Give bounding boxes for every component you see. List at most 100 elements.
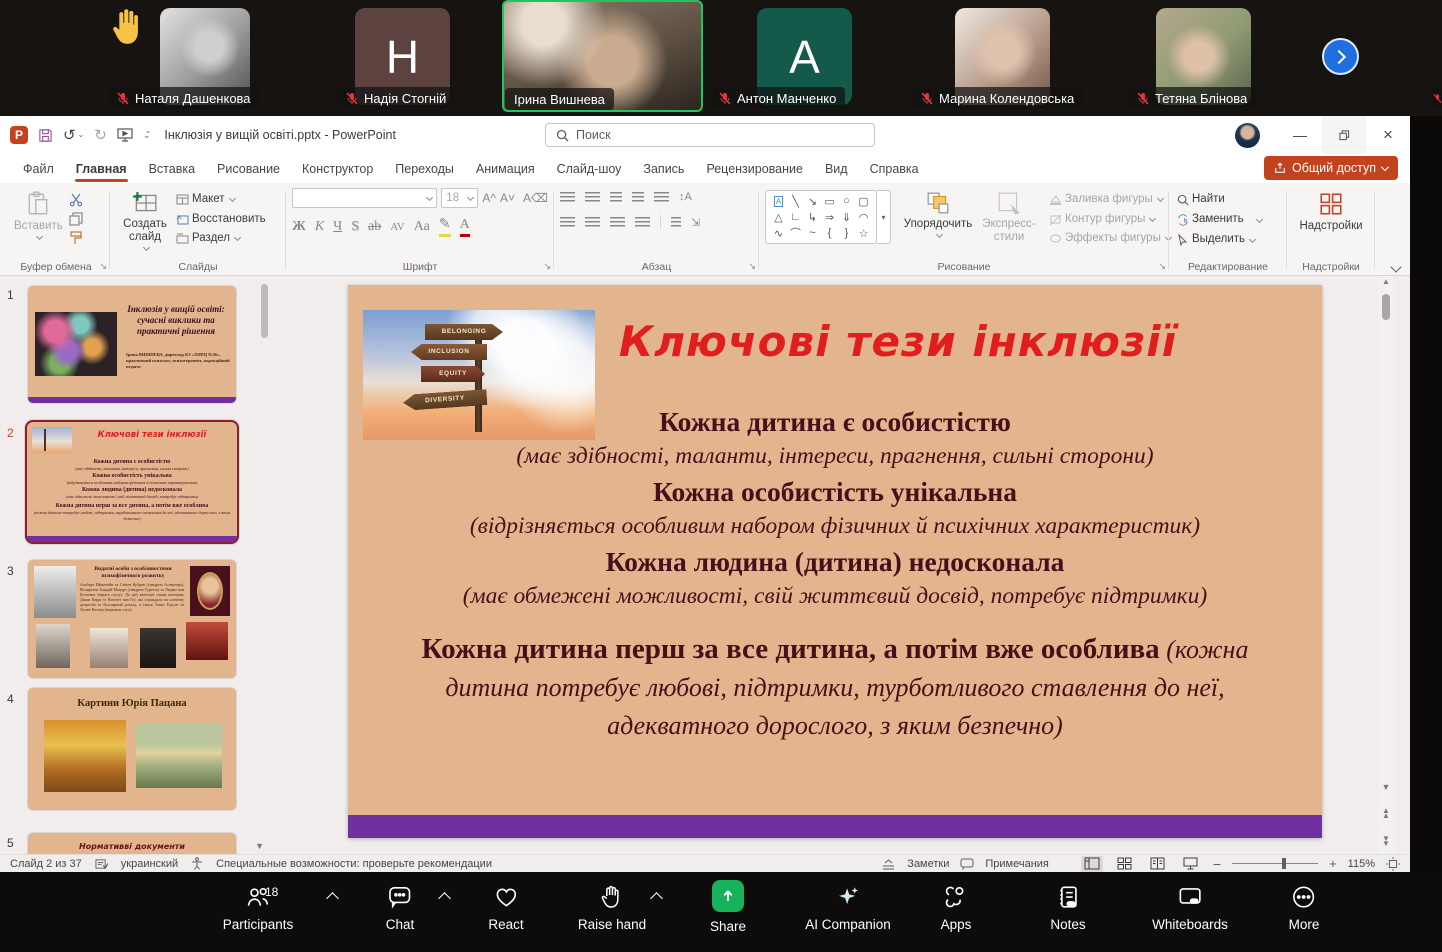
slide-thumbnail-5[interactable]: Нормативві документи [28, 833, 236, 854]
slide-thumbnail-1[interactable]: Інклюзія у вищій освіті: сучасні виклики… [28, 286, 236, 403]
shapes-gallery[interactable]: A ╲ ↘ ▭ ○ ▢ △ ∟ ↳ ⇒ ⇓ ◠ ∿ ⌒ ~ { } ☆ [765, 190, 877, 244]
italic-button[interactable]: К [315, 219, 324, 235]
shape-outline-button[interactable]: Контур фигуры [1047, 212, 1173, 228]
underline-button[interactable]: Ч [333, 219, 342, 235]
paste-button[interactable]: Вставить [8, 188, 69, 245]
language-indicator[interactable]: украинский [121, 858, 178, 870]
align-center-button[interactable] [585, 216, 600, 228]
next-slide-button[interactable]: ▼ ▼ [1378, 835, 1394, 848]
current-slide[interactable]: BELONGING INCLUSION EQUITY DIVERSITY Клю… [348, 285, 1322, 838]
arc-shape[interactable]: ⌒ [790, 225, 801, 241]
accessibility-status[interactable]: Специальные возможности: проверьте реком… [216, 858, 492, 870]
react-button[interactable]: React [488, 884, 524, 932]
addins-button[interactable]: Надстройки [1293, 188, 1369, 236]
collapse-ribbon-chevron[interactable] [1390, 261, 1402, 273]
zoom-out-button[interactable]: − [1213, 856, 1221, 872]
raise-hand-menu-chevron[interactable] [650, 892, 663, 905]
spelling-check-icon[interactable] [95, 858, 108, 870]
shape-effects-button[interactable]: Эффекты фигуры [1047, 231, 1173, 247]
powerpoint-logo-icon[interactable]: P [10, 126, 28, 144]
decrease-indent-button[interactable] [610, 191, 622, 203]
comments-toggle[interactable]: Примечания [985, 858, 1049, 870]
slideshow-view-button[interactable] [1180, 856, 1202, 872]
layout-button[interactable]: Макет [174, 192, 268, 208]
elbow-shape[interactable]: ∟ [790, 211, 801, 223]
chat-button[interactable]: Chat [386, 884, 414, 932]
replace-button[interactable]: b Заменить [1175, 212, 1281, 228]
oval-shape[interactable]: ○ [843, 195, 850, 207]
reading-view-button[interactable] [1147, 856, 1169, 872]
font-size-combo[interactable]: 18 [441, 188, 479, 208]
align-left-button[interactable] [560, 216, 575, 228]
tab-file[interactable]: Файл [12, 157, 65, 181]
text-shadow-button[interactable]: S [351, 219, 359, 235]
save-button[interactable] [38, 128, 53, 143]
font-name-combo[interactable] [292, 188, 438, 208]
right-arrow-shape[interactable]: ⇒ [825, 211, 834, 224]
cut-icon[interactable] [69, 193, 83, 207]
slideshow-from-start-button[interactable] [117, 128, 133, 142]
next-participants-page-button[interactable] [1322, 38, 1359, 75]
whiteboards-button[interactable]: Whiteboards [1152, 884, 1228, 932]
reset-button[interactable]: Восстановить [174, 212, 268, 228]
fit-slide-to-window-icon[interactable] [1386, 856, 1400, 871]
tab-draw[interactable]: Рисование [206, 157, 291, 181]
redo-button[interactable]: ↻ [94, 128, 107, 143]
slide-thumbnail-4[interactable]: Картини Юрія Пацана [28, 688, 236, 810]
character-spacing-button[interactable]: AV [390, 221, 404, 233]
search-box[interactable]: Поиск [545, 123, 875, 147]
down-arrow-shape[interactable]: ⇓ [842, 211, 851, 224]
raise-hand-button[interactable]: Raise hand [578, 884, 646, 932]
share-screen-button[interactable]: Share [710, 880, 746, 934]
section-button[interactable]: Раздел [174, 231, 268, 247]
textbox-shape[interactable]: A [773, 195, 784, 207]
smartart-button[interactable]: ⇲ [691, 216, 700, 229]
rectangle-shape[interactable]: ▭ [824, 195, 834, 208]
justify-button[interactable] [635, 216, 650, 228]
share-document-button[interactable]: Общий доступ [1264, 156, 1398, 180]
rounded-rectangle-shape[interactable]: ▢ [858, 195, 868, 208]
tab-view[interactable]: Вид [814, 157, 859, 181]
columns-button[interactable] [671, 216, 681, 228]
zoom-slider-thumb[interactable] [1281, 858, 1286, 869]
clear-formatting-button[interactable]: А⌫ [523, 191, 548, 205]
format-painter-icon[interactable] [69, 231, 83, 245]
account-avatar[interactable] [1235, 122, 1260, 148]
undo-button[interactable]: ↺ ⌄ [63, 128, 84, 143]
canvas-vertical-scrollbar[interactable]: ▲ ▼ ▲ ▲ ▼ ▼ [1378, 276, 1394, 854]
line-shape[interactable]: ╲ [792, 195, 799, 208]
notes-toggle[interactable]: Заметки [907, 858, 949, 870]
participants-button[interactable]: 18 Participants [223, 884, 294, 932]
tab-design[interactable]: Конструктор [291, 157, 384, 181]
tab-slideshow[interactable]: Слайд-шоу [546, 157, 633, 181]
text-direction-button[interactable]: ↕A [679, 191, 692, 203]
right-brace-shape[interactable]: } [845, 227, 849, 239]
line-spacing-button[interactable] [654, 191, 669, 203]
bold-button[interactable]: Ж [292, 219, 306, 235]
curve-shape[interactable]: ~ [809, 227, 815, 239]
tab-insert[interactable]: Вставка [138, 157, 206, 181]
scrollbar-thumb[interactable] [1382, 294, 1390, 320]
align-right-button[interactable] [610, 216, 625, 228]
tab-help[interactable]: Справка [859, 157, 930, 181]
chat-menu-chevron[interactable] [438, 892, 451, 905]
triangle-shape[interactable]: △ [774, 211, 782, 224]
apps-button[interactable]: Apps [941, 884, 971, 932]
zoom-in-button[interactable]: + [1329, 856, 1337, 871]
thumbnail-scroll-down-arrow[interactable]: ▼ [255, 841, 264, 851]
slide-thumbnail-2-selected[interactable]: Ключові тези інклюзії Кожна дитина є осо… [25, 420, 239, 544]
ai-companion-button[interactable]: AI Companion [805, 884, 891, 932]
tab-transitions[interactable]: Переходы [384, 157, 465, 181]
slide-thumbnail-3[interactable]: Видатні особи з особливостями психофізич… [28, 560, 236, 678]
bullets-button[interactable] [560, 191, 575, 203]
customize-qat-chevron[interactable]: ⌄̄ [143, 130, 151, 140]
shrink-font-button[interactable]: А˅ [500, 191, 515, 205]
left-brace-shape[interactable]: { [828, 227, 832, 239]
change-case-button[interactable]: Аа [414, 219, 430, 235]
zoom-slider[interactable] [1232, 858, 1319, 869]
freeform-shape[interactable]: ◠ [859, 211, 869, 224]
scroll-up-arrow[interactable]: ▲ [1378, 277, 1394, 286]
scroll-down-arrow[interactable]: ▼ [1378, 782, 1394, 792]
arrow-shape[interactable]: ↘ [808, 195, 817, 208]
normal-view-button[interactable] [1080, 855, 1103, 872]
